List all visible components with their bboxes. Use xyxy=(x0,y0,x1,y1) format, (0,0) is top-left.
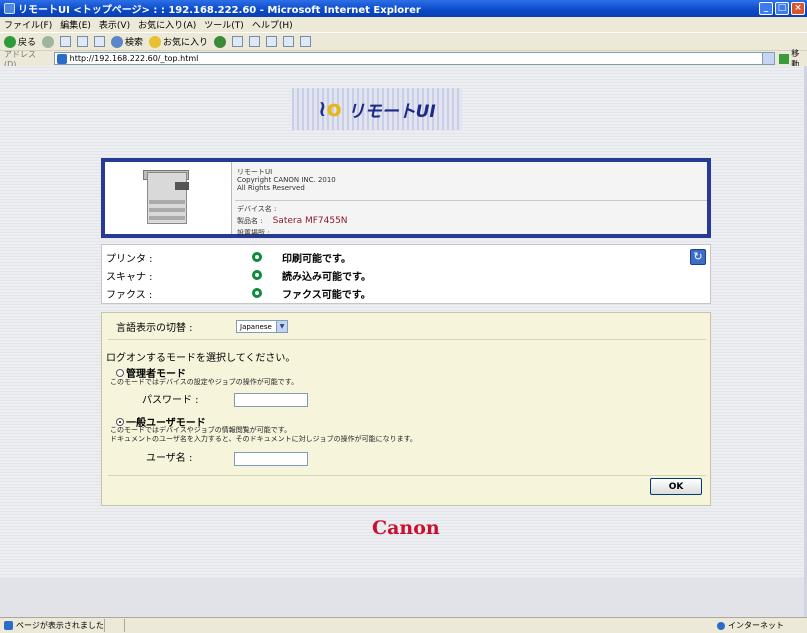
scanner-status-row: スキャナ : 読み込み可能です。 xyxy=(106,270,371,283)
remote-ui-title: リモートUI xyxy=(347,101,436,122)
menu-favorites[interactable]: お気に入り(A) xyxy=(138,18,196,31)
device-name-row: デバイス名 : xyxy=(237,205,277,213)
status-ready-icon xyxy=(252,288,262,298)
fax-status-row: ファクス : ファクス可能です。 xyxy=(106,288,371,301)
favorites-button[interactable]: お気に入り xyxy=(149,35,208,48)
address-bar: アドレス(D) http://192.168.222.60/_top.html … xyxy=(0,49,807,69)
divider xyxy=(108,339,706,340)
status-ready-icon xyxy=(252,270,262,280)
device-info-panel: リモートUI Copyright CANON INC. 2010 All Rig… xyxy=(101,158,711,238)
mail-icon[interactable] xyxy=(232,36,244,47)
browser-toolbar: 戻る 検索 お気に入り xyxy=(0,32,807,50)
username-label: ユーザ名 : xyxy=(146,452,193,464)
print-icon[interactable] xyxy=(249,36,261,47)
remote-ui-header: ≀o リモートUI xyxy=(292,88,462,130)
password-label: パスワード : xyxy=(142,394,199,406)
home-icon[interactable] xyxy=(94,36,106,47)
password-row: パスワード : xyxy=(142,389,308,407)
divider xyxy=(108,475,706,476)
menu-edit[interactable]: 編集(E) xyxy=(60,18,91,31)
star-icon xyxy=(149,35,162,48)
security-zone: インターネット xyxy=(717,620,807,631)
refresh-status-button[interactable]: ↻ xyxy=(690,249,706,265)
password-input[interactable] xyxy=(234,393,308,407)
language-label: 言語表示の切替 : xyxy=(116,323,193,334)
address-dropdown[interactable] xyxy=(762,53,775,64)
media-icon[interactable] xyxy=(214,35,227,48)
status-text: ページが表示されました xyxy=(16,621,104,630)
login-panel: 言語表示の切替 : Japanese ▼ ログオンするモードを選択してください。… xyxy=(101,312,711,506)
window-titlebar: リモートUI <トップページ> : : 192.168.222.60 - Mic… xyxy=(0,0,807,17)
printer-status-row: プリンタ : 印刷可能です。 xyxy=(106,252,351,265)
browser-statusbar: ページが表示されました インターネット xyxy=(0,617,807,633)
product-name-value: Satera MF7455N xyxy=(272,216,348,226)
globe-icon xyxy=(717,621,725,630)
menu-tools[interactable]: ツール(T) xyxy=(204,18,244,31)
admin-mode-radio[interactable] xyxy=(116,368,124,377)
refresh-icon[interactable] xyxy=(77,36,89,47)
logon-prompt: ログオンするモードを選択してください。 xyxy=(106,353,296,364)
ok-button[interactable]: OK xyxy=(650,478,702,495)
copyright-text: リモートUI Copyright CANON INC. 2010 All Rig… xyxy=(237,168,336,192)
chevron-down-icon: ▼ xyxy=(276,321,287,332)
address-input[interactable]: http://192.168.222.60/_top.html xyxy=(53,52,776,65)
stop-icon[interactable] xyxy=(60,36,72,47)
admin-mode-description: このモードではデバイスの設定やジョブの操作が可能です。 xyxy=(110,378,299,386)
address-url: http://192.168.222.60/_top.html xyxy=(69,54,199,63)
printer-image xyxy=(105,162,232,234)
maximize-button[interactable]: □ xyxy=(775,2,789,15)
username-input[interactable] xyxy=(234,452,308,466)
menu-view[interactable]: 表示(V) xyxy=(99,18,130,31)
language-row: 言語表示の切替 : Japanese ▼ xyxy=(116,319,288,334)
ie-icon xyxy=(4,3,15,14)
status-ready-icon xyxy=(252,252,262,262)
back-arrow-icon xyxy=(4,35,16,48)
folder-icon[interactable] xyxy=(283,36,295,47)
user-mode-radio[interactable] xyxy=(116,417,124,426)
language-select[interactable]: Japanese ▼ xyxy=(236,320,288,333)
device-status-panel: プリンタ : 印刷可能です。 スキャナ : 読み込み可能です。 ファクス : フ… xyxy=(101,244,711,304)
menu-help[interactable]: ヘルプ(H) xyxy=(252,18,293,31)
go-arrow-icon xyxy=(779,53,790,64)
page-icon xyxy=(56,53,67,64)
forward-button[interactable] xyxy=(42,35,55,48)
search-icon xyxy=(111,35,124,48)
divider xyxy=(235,200,707,201)
minimize-button[interactable]: _ xyxy=(759,2,773,15)
menu-bar: ファイル(F) 編集(E) 表示(V) お気に入り(A) ツール(T) ヘルプ(… xyxy=(0,17,807,32)
back-button[interactable]: 戻る xyxy=(4,35,36,48)
footer-band xyxy=(0,578,804,616)
canon-logo: Canon xyxy=(372,517,440,539)
location-row: 設置場所 : xyxy=(237,229,270,237)
window-title: リモートUI <トップページ> : : 192.168.222.60 - Mic… xyxy=(18,5,421,16)
remote-ui-logo-icon: ≀o xyxy=(318,96,342,122)
messenger-icon[interactable] xyxy=(300,36,312,47)
forward-arrow-icon xyxy=(42,35,55,48)
edit-icon[interactable] xyxy=(266,36,278,47)
menu-file[interactable]: ファイル(F) xyxy=(4,18,52,31)
product-name-row: 製品名 : Satera MF7455N xyxy=(237,216,348,226)
username-row: ユーザ名 : xyxy=(142,446,308,466)
user-mode-description: このモードではデバイスやジョブの情報閲覧が可能です。 ドキュメントのユーザ名を入… xyxy=(110,426,417,443)
search-button[interactable]: 検索 xyxy=(111,35,143,48)
page-done-icon xyxy=(4,621,13,630)
close-button[interactable]: × xyxy=(791,2,805,15)
